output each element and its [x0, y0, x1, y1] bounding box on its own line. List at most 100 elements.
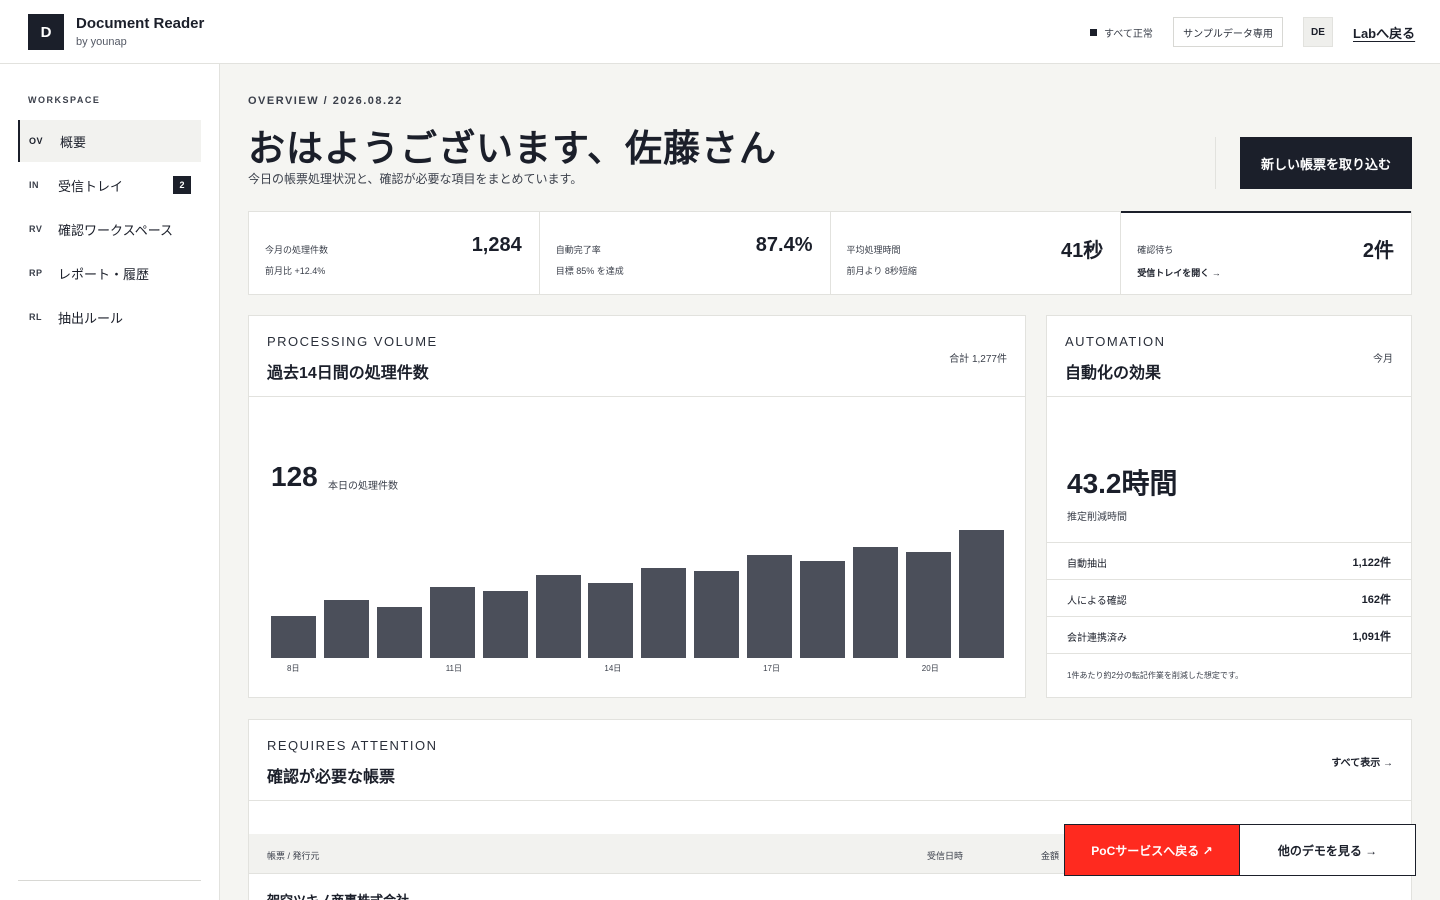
x-tick-label: 17日 [763, 664, 780, 673]
x-tick-label: 14日 [604, 664, 622, 673]
sidebar-divider [18, 880, 201, 881]
stat-label: 確認待ち [1137, 245, 1174, 255]
status-text: すべて正常 [1104, 29, 1153, 40]
metric-row: 自動抽出 1,122件 [1047, 542, 1411, 579]
column-header-amount[interactable]: 金額 [1041, 849, 1059, 862]
app-logo[interactable]: D [28, 14, 64, 50]
sidebar: WORKSPACE OV 概要 IN 受信トレイ 2 RV 確認ワークスペース … [0, 64, 220, 900]
inbox-count-badge: 2 [173, 176, 191, 194]
app-title: Document Reader [76, 15, 205, 32]
stat-label: 今月の処理件数 [265, 245, 329, 255]
sidebar-item-review[interactable]: RV 確認ワークスペース [18, 208, 201, 250]
status-dot-icon [1090, 29, 1097, 36]
saved-hours-caption: 推定削減時間 [1067, 512, 1127, 523]
nav-label: 確認ワークスペース [58, 222, 174, 238]
page-subtitle: 今日の帳票処理状況と、確認が必要な項目をまとめています。 [248, 172, 583, 186]
period-label: 今月 [1373, 354, 1393, 365]
import-document-button[interactable]: 新しい帳票を取り込む [1240, 137, 1412, 189]
column-header-document[interactable]: 帳票 / 発行元 [267, 849, 320, 862]
stat-value: 41秒 [1061, 240, 1104, 262]
chart-bar [800, 561, 845, 658]
stat-note: 目標 85% を達成 [555, 266, 624, 276]
other-demos-button[interactable]: 他のデモを見る → [1240, 824, 1416, 876]
panel-title: 過去14日間の処理件数 [267, 365, 429, 382]
chart-bar [694, 571, 740, 658]
panel-header: REQUIRES ATTENTION 確認が必要な帳票 すべて表示 → [249, 720, 1411, 801]
app-subtitle: by younap [76, 36, 127, 48]
metric-label: 会計連携済み [1067, 633, 1127, 644]
sidebar-item-inbox[interactable]: IN 受信トレイ 2 [18, 164, 201, 206]
table-row[interactable]: 架空ツキノ商事株式会社 [267, 890, 409, 900]
stat-value: 1,284 [471, 234, 522, 256]
back-to-poc-button[interactable]: PoCサービスへ戻る ↗ [1064, 824, 1240, 876]
breadcrumb: OVERVIEW / 2026.08.22 [248, 95, 403, 107]
chart-bar [588, 583, 634, 658]
sidebar-item-overview[interactable]: OV 概要 [18, 120, 201, 162]
open-inbox-link[interactable]: 受信トレイを開く → [1137, 266, 1221, 279]
stat-card: 自動完了率 87.4% 目標 85% を達成 [540, 212, 831, 294]
header-divider [1215, 137, 1216, 189]
stat-note: 前月より 8秒短縮 [846, 266, 917, 276]
chart-bar [905, 552, 951, 658]
nav-label: レポート・履歴 [58, 266, 150, 282]
sample-data-button[interactable]: サンプルデータ専用 [1173, 17, 1283, 47]
metric-row: 会計連携済み 1,091件 [1047, 616, 1411, 653]
metric-value: 1,091件 [1352, 631, 1391, 643]
back-to-lab-link[interactable]: Labへ戻る [1353, 23, 1415, 42]
stat-card: 平均処理時間 41秒 前月より 8秒短縮 [831, 212, 1122, 294]
today-count: 128 [271, 461, 318, 492]
x-tick-label: 8日 [287, 664, 300, 673]
chart-bar [323, 600, 369, 658]
stat-card-pending: 確認待ち 2件 受信トレイを開く → [1121, 211, 1411, 294]
panel-header: PROCESSING VOLUME 過去14日間の処理件数 合計 1,277件 [249, 316, 1025, 397]
automation-footnote: 1件あたり約2分の転記作業を削減した想定です。 [1067, 671, 1244, 680]
panel-title: 確認が必要な帳票 [267, 769, 396, 786]
stat-label: 平均処理時間 [846, 245, 901, 255]
panel-kicker: PROCESSING VOLUME [267, 334, 438, 349]
metric-label: 人による確認 [1067, 596, 1127, 607]
nav-code: RV [29, 224, 43, 234]
nav-code: RL [29, 312, 42, 322]
panel-kicker: AUTOMATION [1065, 334, 1166, 349]
stat-card: 今月の処理件数 1,284 前月比 +12.4% [249, 212, 540, 294]
chart-bar [271, 616, 316, 658]
panel-title: 自動化の効果 [1065, 365, 1162, 382]
stat-value: 87.4% [755, 234, 813, 256]
workspace-label: WORKSPACE [28, 95, 101, 105]
metric-label: 自動抽出 [1067, 559, 1107, 570]
today-caption: 本日の処理件数 [328, 481, 398, 492]
stats-strip: 今月の処理件数 1,284 前月比 +12.4% 自動完了率 87.4% 目標 … [248, 211, 1412, 295]
system-status: すべて正常 [1090, 25, 1153, 40]
page-title: おはようございます、佐藤さん [248, 128, 778, 169]
stat-note: 前月比 +12.4% [265, 266, 326, 276]
nav-label: 受信トレイ [58, 178, 124, 194]
nav-code: OV [29, 136, 44, 146]
see-all-link[interactable]: すべて表示 → [1331, 754, 1393, 769]
nav-label: 抽出ルール [58, 310, 124, 326]
nav-code: IN [29, 180, 39, 190]
stat-label: 自動完了率 [555, 245, 601, 255]
sidebar-item-reports[interactable]: RP レポート・履歴 [18, 252, 201, 294]
chart-bar [958, 530, 1004, 658]
chart-bar [852, 547, 898, 658]
sidebar-item-rules[interactable]: RL 抽出ルール [18, 296, 201, 338]
metric-value: 1,122件 [1352, 557, 1391, 569]
panel-kicker: REQUIRES ATTENTION [267, 738, 438, 753]
top-bar: D Document Reader by younap すべて正常 サンプルデー… [0, 0, 1440, 64]
nav-label: 概要 [60, 134, 87, 150]
language-button[interactable]: DE [1303, 17, 1333, 47]
x-tick-label: 11日 [445, 664, 462, 673]
nav-code: RP [29, 268, 43, 278]
processing-volume-panel: PROCESSING VOLUME 過去14日間の処理件数 合計 1,277件 … [248, 315, 1026, 698]
chart-bar [535, 575, 581, 658]
column-header-received[interactable]: 受信日時 [927, 849, 963, 862]
metric-row: 人による確認 162件 [1047, 579, 1411, 616]
chart-bar [482, 591, 528, 658]
row-divider [1047, 653, 1411, 654]
panel-header: AUTOMATION 自動化の効果 今月 [1047, 316, 1411, 397]
metric-value: 162件 [1361, 594, 1391, 606]
automation-panel: AUTOMATION 自動化の効果 今月 43.2時間 推定削減時間 自動抽出 … [1046, 315, 1412, 698]
saved-hours: 43.2時間 [1067, 468, 1178, 499]
chart-bar [747, 555, 793, 658]
x-tick-label: 20日 [921, 664, 939, 673]
